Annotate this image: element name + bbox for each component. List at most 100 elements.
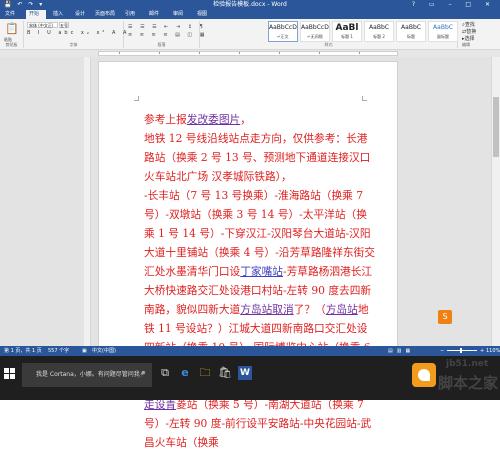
style-name: 标题 2 — [373, 34, 385, 39]
style-name: ↵正文 — [277, 34, 289, 39]
replace-button[interactable]: ⇄替换 — [462, 29, 476, 36]
style-sample: AaBbCcDd — [269, 24, 297, 31]
cortana-search-placeholder: 我是 Cortana，小娜。有问题尽管问我。 — [36, 371, 146, 378]
word-count[interactable]: 557 个字 — [48, 346, 69, 356]
watermark: jb51.net 脚本之家 — [410, 357, 500, 400]
ruler-tick — [279, 52, 280, 54]
style-sample: AaBbC — [401, 24, 421, 31]
clipboard-group-label: 剪贴板 — [5, 42, 18, 47]
tab-references[interactable]: 引用 — [122, 10, 142, 19]
vertical-ruler[interactable] — [84, 57, 91, 347]
hyperlink-text[interactable]: 方岛站取消 — [240, 303, 293, 316]
hyperlink-text[interactable]: 方岛站 — [326, 303, 358, 316]
language-status[interactable]: 中文(中国) — [92, 346, 116, 356]
tab-layout[interactable]: 页面布局 — [92, 10, 122, 19]
ruler-tick — [119, 52, 120, 54]
crop-mark — [362, 96, 367, 101]
ruler-tick — [159, 52, 160, 54]
find-label: 查找 — [464, 22, 475, 28]
find-button[interactable]: ⌕查找 — [462, 22, 476, 29]
jb51-logo-icon — [412, 363, 436, 387]
tab-review[interactable]: 审阅 — [170, 10, 190, 19]
paragraph-buttons[interactable]: ☰ ☰ ☰ ⇤ ⇥ ↕ ¶ ≡ ≡ ≡ ≡ ▤ ◫ ▦ — [128, 23, 207, 39]
window-controls[interactable]: ? ▭ – □ ✕ — [412, 0, 496, 10]
paragraph-run: 了？（ — [293, 303, 326, 316]
paragraph-buttons-row2[interactable]: ≡ ≡ ≡ ≡ ▤ ◫ ▦ — [128, 31, 207, 39]
zoom-level[interactable]: 110% — [486, 346, 500, 356]
page-count[interactable]: 第 1 页，共 1 页 — [4, 346, 42, 356]
style-title[interactable]: AaBbC 标题 — [396, 21, 426, 42]
style-sample: AaBbC — [369, 24, 389, 31]
watermark-url: jb51.net — [446, 359, 489, 369]
watermark-name: 脚本之家 — [438, 374, 499, 392]
format-buttons[interactable]: B I U abc x₂ x² A A — [27, 30, 129, 36]
style-subtitle[interactable]: AaBbC 副标题 — [428, 21, 458, 42]
style-sample: AaBl — [335, 23, 359, 33]
document-paragraph[interactable]: 地铁 12 号线沿线站点走方向，仅供参考：长港路站（换乘 2 号 13 号、预测… — [144, 129, 376, 186]
file-explorer-icon[interactable]: 🗀 — [198, 366, 212, 380]
paragraph-group-label: 段落 — [157, 42, 166, 47]
hyperlink-text[interactable]: 丁家嘴站 — [240, 265, 283, 278]
clipboard-group: 📋 粘贴 剪贴板 — [0, 21, 24, 48]
tab-file[interactable]: 文件 — [2, 10, 22, 19]
store-icon[interactable]: 🛍 — [218, 366, 232, 380]
horizontal-ruler[interactable] — [0, 50, 500, 57]
microphone-icon[interactable]: 🎤 — [137, 363, 146, 387]
cortana-search-box[interactable]: 我是 Cortana，小娜。有问题尽管问我。 🎤 — [22, 363, 152, 387]
vertical-scrollbar[interactable] — [491, 57, 500, 347]
zoom-in-icon[interactable]: + — [480, 346, 484, 356]
paragraph-run: 参考上报 — [144, 113, 187, 126]
style-name: 标题 — [407, 34, 415, 39]
ribbon-tabs: 文件 开始 插入 设计 页面布局 引用 邮件 审阅 视图 — [0, 10, 500, 19]
font-name-select[interactable]: 宋体 (中文正) — [27, 22, 58, 28]
ruler-tick — [239, 52, 240, 54]
style-heading-1[interactable]: AaBl 标题 1 — [332, 21, 362, 42]
floating-s-icon[interactable]: S — [438, 310, 452, 324]
style-no-spacing[interactable]: AaBbCcDd ↵无间隔 — [300, 21, 330, 42]
font-size-select[interactable]: 五号 — [59, 22, 69, 28]
font-group-label: 字体 — [69, 42, 78, 47]
zoom-slider-thumb[interactable] — [460, 348, 462, 353]
editing-group: ⌕查找 ⇄替换 ▸选择 — [462, 22, 476, 43]
tab-insert[interactable]: 插入 — [50, 10, 70, 19]
crop-mark — [134, 96, 139, 101]
ribbon: 📋 粘贴 剪贴板 字体 宋体 (中文正) 五号 B I U abc x₂ x² … — [0, 19, 500, 50]
document-paragraph[interactable]: 参考上报发改委图片， — [144, 110, 376, 129]
zoom-slider[interactable] — [447, 350, 477, 351]
windows-start-icon[interactable] — [4, 368, 16, 380]
zoom-out-icon[interactable]: − — [440, 346, 444, 356]
style-name: ↵无间隔 — [307, 34, 323, 39]
scrollbar-thumb[interactable] — [493, 97, 499, 157]
paragraph-run: ， — [240, 113, 251, 126]
ruler-tick — [199, 52, 200, 54]
proofing-icon[interactable]: ▣ — [82, 346, 87, 356]
style-sample: AaBbCcDd — [301, 24, 329, 31]
tab-view[interactable]: 视图 — [194, 10, 214, 19]
status-bar: 第 1 页，共 1 页 557 个字 ▣ 中文(中国) ▤▥▦ − + 110% — [0, 346, 500, 356]
document-paragraph[interactable]: -长丰站（7 号 13 号换乘）-淮海路站（换乘 7 号）-双墩站（换乘 3 号… — [144, 186, 376, 452]
paragraph-run: 菱站（换乘 5 号）-南湖大道站（换乘 7 号）-左转 90 度-前行设平安路站… — [144, 398, 372, 449]
style-normal[interactable]: AaBbCcDd ↵正文 — [268, 21, 298, 42]
document-body-text[interactable]: 参考上报发改委图片， 地铁 12 号线沿线站点走方向，仅供参考：长港路站（换乘 2… — [144, 110, 376, 452]
ruler-tick — [359, 52, 360, 54]
tab-mailings[interactable]: 邮件 — [146, 10, 166, 19]
editing-group-label: 编辑 — [462, 42, 470, 47]
paragraph-run: 地铁 12 号线沿线站点走方向，仅供参考：长港路站（换乘 2 号 13 号、预测… — [144, 132, 371, 183]
style-name: 副标题 — [437, 34, 449, 39]
style-name: 标题 1 — [341, 34, 353, 39]
edge-browser-icon[interactable]: e — [178, 366, 192, 380]
tab-design[interactable]: 设计 — [72, 10, 92, 19]
task-view-icon[interactable]: ⧉ — [158, 366, 172, 380]
paragraph-buttons-row1[interactable]: ☰ ☰ ☰ ⇤ ⇥ ↕ ¶ — [128, 23, 207, 31]
style-heading-2[interactable]: AaBbC 标题 2 — [364, 21, 394, 42]
ruler-tick — [319, 52, 320, 54]
ruler-track — [98, 51, 398, 56]
replace-label: 替换 — [466, 29, 477, 35]
hyperlink-text[interactable]: 发改委图片 — [187, 113, 240, 126]
view-buttons[interactable]: ▤▥▦ — [388, 346, 414, 356]
styles-group-label: 样式 — [324, 42, 333, 47]
tab-home[interactable]: 开始 — [26, 10, 46, 19]
title-bar: 💾 ↶ ↷ ▾ 检验报告模板.docx - Word ? ▭ – □ ✕ — [0, 0, 500, 10]
style-sample: AaBbC — [433, 24, 453, 31]
word-taskbar-icon[interactable]: W — [238, 366, 252, 380]
